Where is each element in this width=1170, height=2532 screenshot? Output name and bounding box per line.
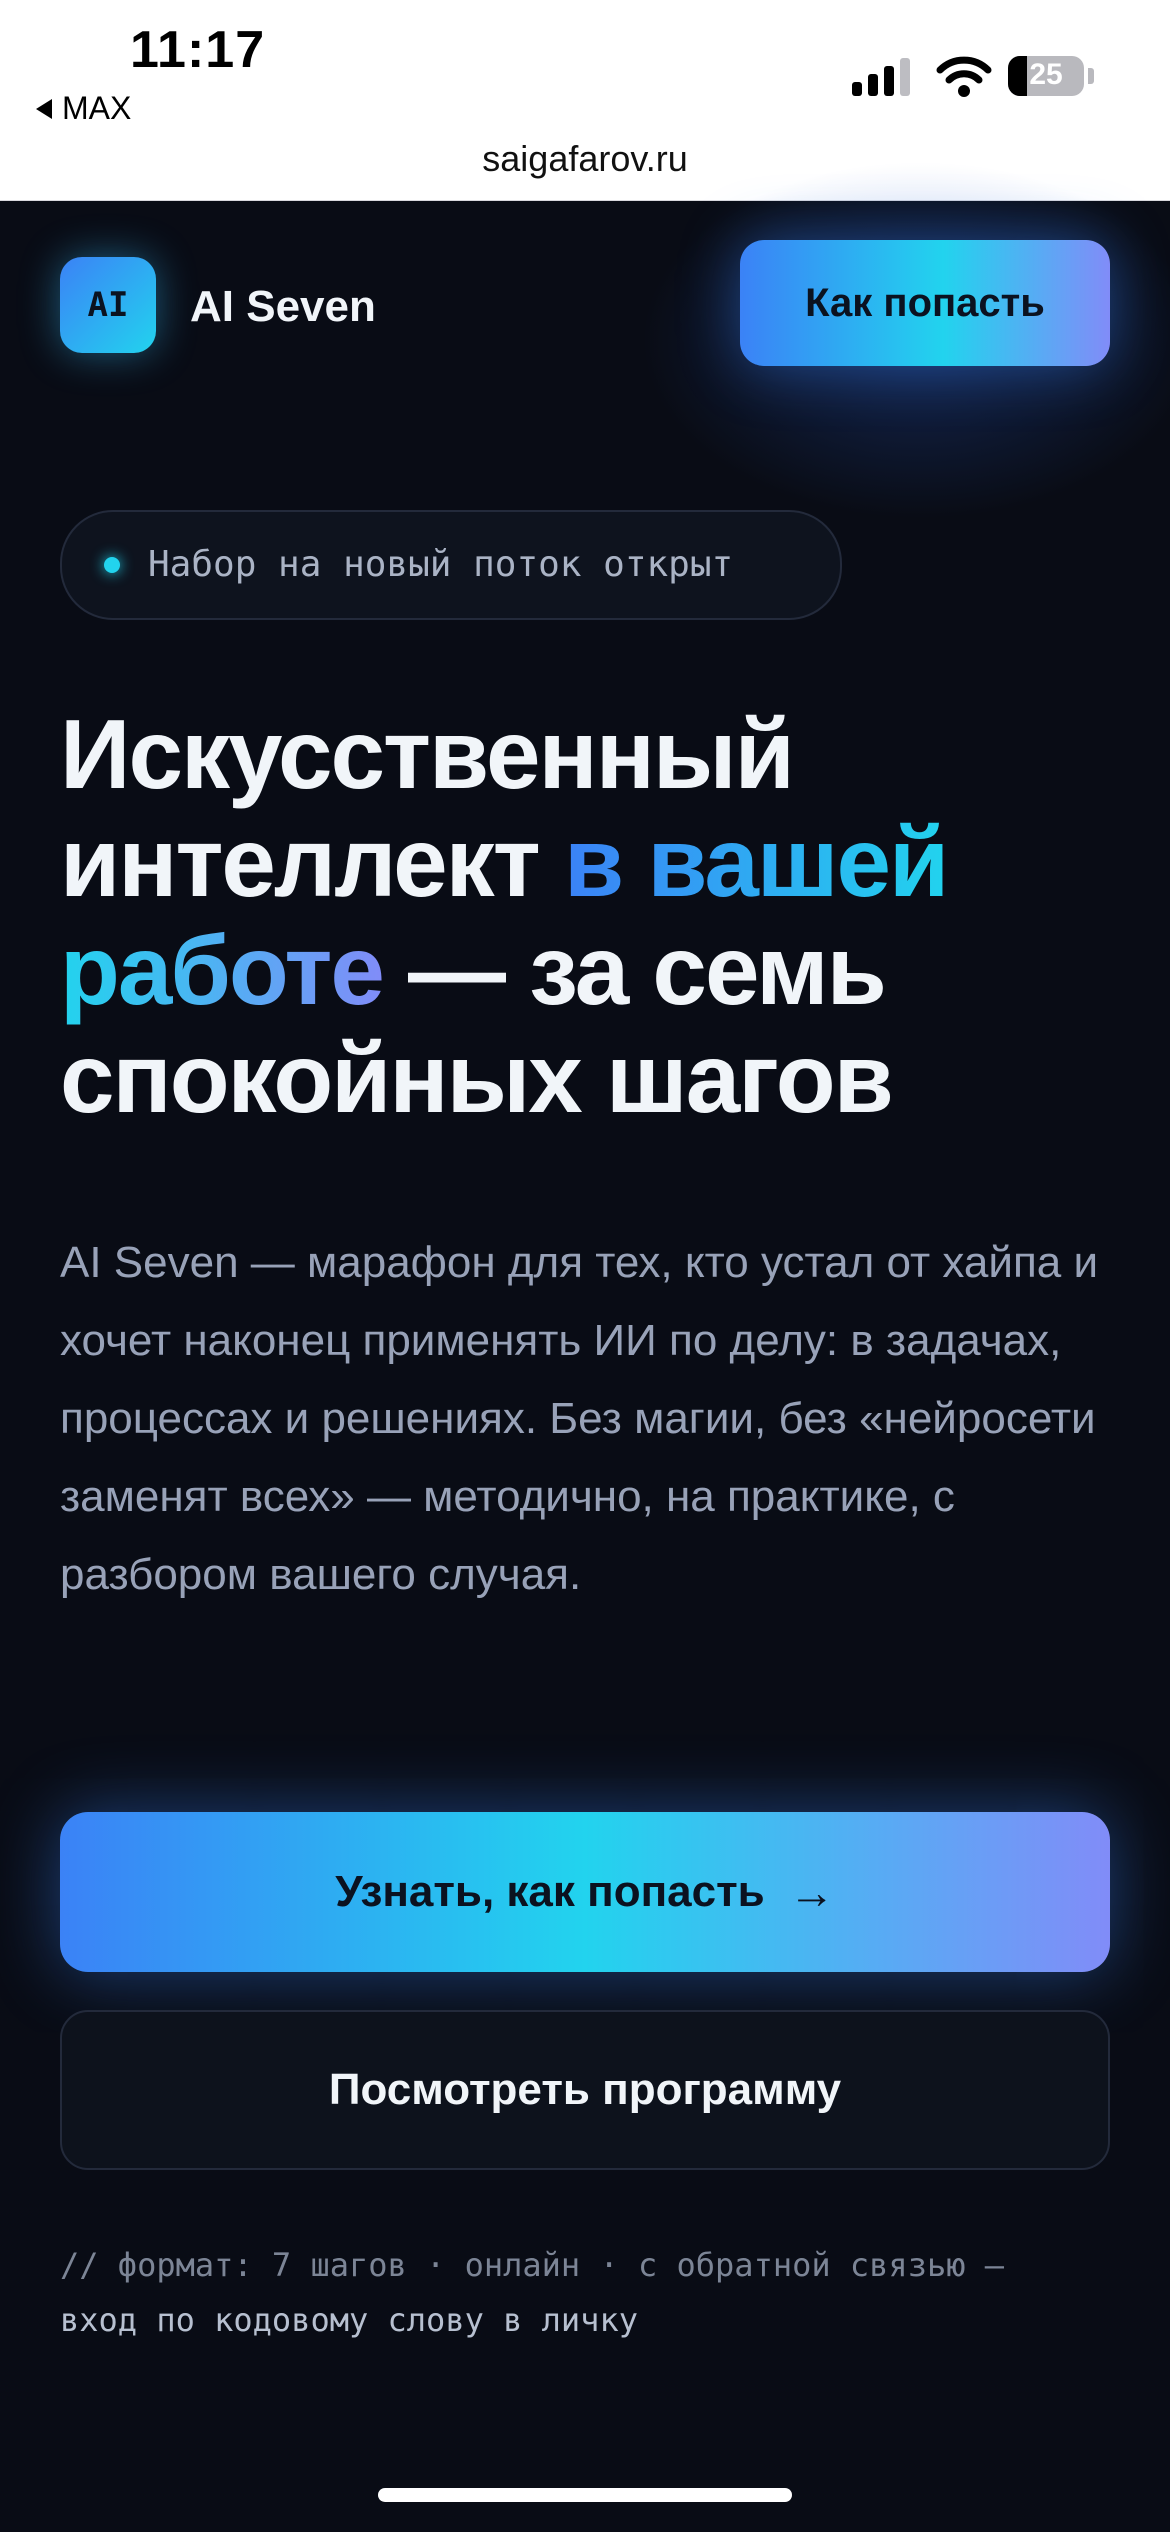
headline-accent-1: в вашей xyxy=(563,807,949,917)
signal-icon xyxy=(852,58,910,96)
headline-accent-2: работе xyxy=(60,915,385,1025)
status-time: 11:17 xyxy=(130,21,266,79)
battery-cap xyxy=(1088,68,1094,84)
battery-level: 25 xyxy=(1029,58,1063,91)
format-note: // формат: 7 шагов · онлайн · с обратной… xyxy=(60,2238,1120,2348)
battery-icon: 25 xyxy=(1008,56,1084,96)
arrow-right-icon: → xyxy=(788,1866,835,1918)
learn-how-to-join-button[interactable]: Узнать, как попасть → xyxy=(60,1812,1110,1972)
wifi-icon xyxy=(936,56,992,97)
how-to-join-nav-button[interactable]: Как попасть xyxy=(740,240,1110,366)
cta-label: Узнать, как попасть xyxy=(335,1867,765,1916)
format-note-line-1: // формат: 7 шагов · онлайн · с обратной… xyxy=(60,2246,1005,2284)
status-dot-icon xyxy=(104,557,120,573)
signal-bar xyxy=(884,66,894,96)
back-arrow-icon xyxy=(36,98,52,119)
logo[interactable]: AI xyxy=(60,257,156,353)
back-app-label: MAX xyxy=(62,90,132,126)
signal-bar xyxy=(900,58,910,96)
logo-text: AI xyxy=(87,285,129,325)
enrollment-status-text: Набор на новый поток открыт xyxy=(148,544,734,585)
signal-bar xyxy=(868,74,878,96)
hero-description: AI Seven — марафон для тех, кто устал от… xyxy=(60,1238,1099,1599)
signal-bar xyxy=(852,82,862,96)
enrollment-status-badge: Набор на новый поток открыт xyxy=(60,510,842,620)
view-program-button[interactable]: Посмотреть программу xyxy=(60,2010,1110,2170)
back-to-app-link[interactable]: MAX xyxy=(36,90,131,127)
format-note-line-2: вход по кодовому слову в личку xyxy=(60,2301,638,2339)
home-indicator[interactable] xyxy=(378,2488,792,2502)
brand-name[interactable]: AI Seven xyxy=(190,282,376,332)
hero-headline: Искусственный интеллект в вашей работе —… xyxy=(60,700,1120,1132)
